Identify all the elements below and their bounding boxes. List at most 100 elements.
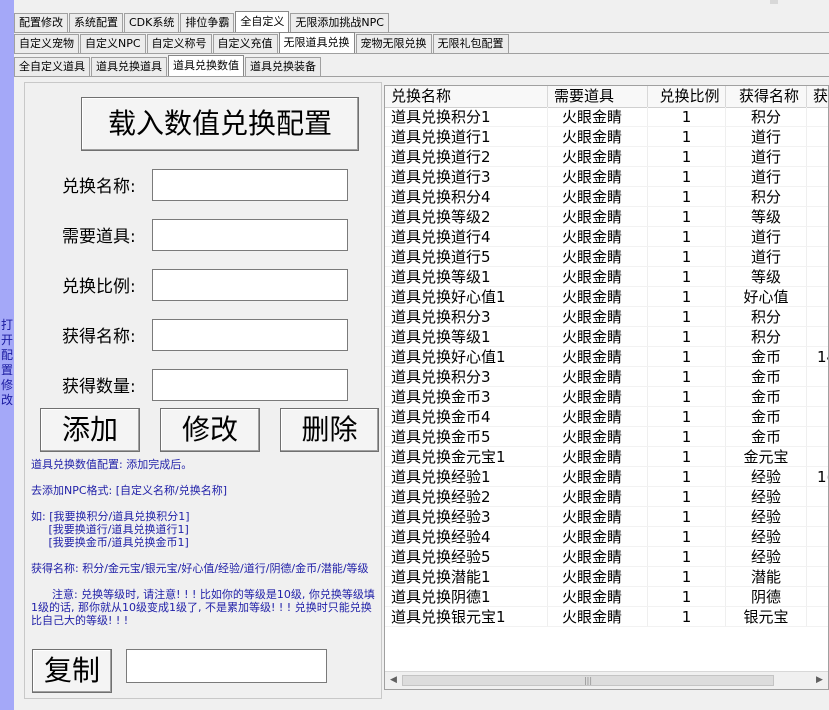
horizontal-scrollbar[interactable]: ◀ ||| ▶	[385, 671, 828, 689]
load-config-button[interactable]: 载入数值兑换配置	[81, 97, 359, 151]
table-cell: 经验	[726, 467, 807, 487]
table-cell: 道具兑换经验1	[385, 467, 548, 487]
obtained-name-input[interactable]	[152, 319, 348, 351]
table-row[interactable]: 道具兑换金币4 火眼金睛 1 金币	[385, 407, 828, 427]
table-cell: 火眼金睛	[548, 587, 648, 607]
table-row[interactable]: 道具兑换好心值1 火眼金睛 1 好心值	[385, 287, 828, 307]
table-row[interactable]: 道具兑换经验2 火眼金睛 1 经验	[385, 487, 828, 507]
note-line: 道具兑换数值配置: 添加完成后。	[31, 458, 193, 471]
edit-button[interactable]: 修改	[160, 408, 260, 452]
table-cell: 道具兑换好心值1	[385, 347, 548, 367]
tab-main-4[interactable]: 全自定义	[235, 11, 290, 32]
table-row[interactable]: 道具兑换经验4 火眼金睛 1 经验	[385, 527, 828, 547]
column-header[interactable]: 兑换名称	[385, 86, 548, 107]
table-row[interactable]: 道具兑换经验3 火眼金睛 1 经验	[385, 507, 828, 527]
tab-row-divider	[14, 53, 829, 54]
table-cell: 道具兑换经验5	[385, 547, 548, 567]
tab-custom-2[interactable]: 自定义称号	[146, 34, 212, 53]
table-row[interactable]: 道具兑换积分3 火眼金睛 1 金币	[385, 367, 828, 387]
sidebar-open-config-label[interactable]: 打开配置修改	[1, 318, 13, 408]
tab-custom-6[interactable]: 无限礼包配置	[432, 34, 509, 53]
table-row[interactable]: 道具兑换积分3 火眼金睛 1 积分	[385, 307, 828, 327]
table-cell	[807, 247, 828, 267]
exchange-ratio-input[interactable]	[152, 269, 348, 301]
table-cell	[807, 507, 828, 527]
table-cell: 1	[648, 327, 726, 347]
table-row[interactable]: 道具兑换道行4 火眼金睛 1 道行	[385, 227, 828, 247]
tab-custom-1[interactable]: 自定义NPC	[80, 34, 146, 53]
table-row[interactable]: 道具兑换金币5 火眼金睛 1 金币	[385, 427, 828, 447]
obtained-quantity-input[interactable]	[152, 369, 348, 401]
tab-main-2[interactable]: CDK系统	[124, 13, 180, 32]
table-row[interactable]: 道具兑换经验1火眼金睛1经验1(	[385, 467, 828, 487]
table-cell: 火眼金睛	[548, 267, 648, 287]
table-row[interactable]: 道具兑换道行3 火眼金睛 1 道行	[385, 167, 828, 187]
tab-main-3[interactable]: 排位争霸	[180, 13, 235, 32]
tab-custom-5[interactable]: 宠物无限兑换	[355, 34, 432, 53]
copy-text-input[interactable]	[126, 649, 327, 683]
note-line: 注意: 兑换等级时, 请注意! ! ! 比如你的等级是10级, 你兑换等级填1级…	[31, 588, 375, 627]
scroll-left-icon[interactable]: ◀	[385, 672, 402, 689]
table-row[interactable]: 道具兑换金元宝1 火眼金睛 1 金元宝	[385, 447, 828, 467]
table-cell: 道行	[726, 167, 807, 187]
table-cell: 1	[648, 567, 726, 587]
sidebar-strip[interactable]: 打开配置修改	[0, 0, 14, 710]
column-header[interactable]: 需要道具	[548, 86, 648, 107]
table-row[interactable]: 道具兑换经验5 火眼金睛 1 经验	[385, 547, 828, 567]
table-cell: 道具兑换好心值1	[385, 287, 548, 307]
exchange-list-table[interactable]: 兑换名称 需要道具 兑换比例 获得名称获 道具兑换积分1 火眼金睛 1 积分 道具兑换道行1 火…	[384, 85, 829, 690]
table-cell: 火眼金睛	[548, 567, 648, 587]
column-header[interactable]: 兑换比例	[648, 86, 726, 107]
table-cell: 等级	[726, 267, 807, 287]
tab-main-0[interactable]: 配置修改	[14, 13, 68, 32]
table-cell: 1	[648, 207, 726, 227]
exchange-name-input[interactable]	[152, 169, 348, 201]
table-cell: 积分	[726, 107, 807, 127]
table-body: 道具兑换积分1 火眼金睛 1 积分 道具兑换道行1 火眼金睛 1 道行 道具兑换道行2 火眼金睛 1…	[385, 107, 828, 627]
table-row[interactable]: 道具兑换积分4 火眼金睛 1 积分	[385, 187, 828, 207]
tab-item-exchange-2[interactable]: 道具兑换数值	[168, 55, 244, 76]
tab-item-exchange-3[interactable]: 道具兑换装备	[245, 57, 321, 76]
scroll-right-icon[interactable]: ▶	[811, 672, 828, 689]
table-cell: 火眼金睛	[548, 207, 648, 227]
tab-custom-3[interactable]: 自定义充值	[212, 34, 278, 53]
table-cell	[807, 487, 828, 507]
table-cell: 道具兑换道行4	[385, 227, 548, 247]
table-row[interactable]: 道具兑换等级1 火眼金睛 1 等级	[385, 267, 828, 287]
table-row[interactable]: 道具兑换阴德1 火眼金睛 1 阴德	[385, 587, 828, 607]
table-cell: 1	[648, 167, 726, 187]
table-cell: 1	[648, 187, 726, 207]
tab-custom-0[interactable]: 自定义宠物	[14, 34, 79, 53]
table-row[interactable]: 道具兑换金币3 火眼金睛 1 金币	[385, 387, 828, 407]
table-row[interactable]: 道具兑换等级2 火眼金睛 1 等级	[385, 207, 828, 227]
table-cell: 火眼金睛	[548, 347, 648, 367]
add-button[interactable]: 添加	[40, 408, 140, 452]
scrollbar-thumb[interactable]: |||	[402, 675, 774, 686]
table-row[interactable]: 道具兑换好心值1火眼金睛1金币14	[385, 347, 828, 367]
table-cell	[807, 287, 828, 307]
tab-main-5[interactable]: 无限添加挑战NPC	[290, 13, 389, 32]
table-row[interactable]: 道具兑换积分1 火眼金睛 1 积分	[385, 107, 828, 127]
tab-item-exchange-0[interactable]: 全自定义道具	[14, 57, 90, 76]
table-cell: 1	[648, 127, 726, 147]
table-row[interactable]: 道具兑换道行2 火眼金睛 1 道行	[385, 147, 828, 167]
tab-main-1[interactable]: 系统配置	[69, 13, 123, 32]
table-cell: 1	[648, 347, 726, 367]
tab-item-exchange-1[interactable]: 道具兑换道具	[91, 57, 167, 76]
table-row[interactable]: 道具兑换道行5 火眼金睛 1 道行	[385, 247, 828, 267]
copy-button[interactable]: 复制	[32, 649, 112, 693]
table-row[interactable]: 道具兑换道行1 火眼金睛 1 道行	[385, 127, 828, 147]
table-cell: 积分	[726, 307, 807, 327]
table-row[interactable]: 道具兑换潜能1 火眼金睛 1 潜能	[385, 567, 828, 587]
table-cell: 道具兑换潜能1	[385, 567, 548, 587]
column-header[interactable]: 获	[807, 86, 828, 107]
required-item-input[interactable]	[152, 219, 348, 251]
delete-button[interactable]: 删除	[280, 408, 379, 452]
table-cell	[807, 447, 828, 467]
column-header[interactable]: 获得名称	[726, 86, 807, 107]
table-row[interactable]: 道具兑换银元宝1 火眼金睛 1 银元宝	[385, 607, 828, 627]
table-cell: 14	[807, 347, 828, 367]
table-cell: 1	[648, 507, 726, 527]
tab-custom-4[interactable]: 无限道具兑换	[278, 32, 355, 53]
table-row[interactable]: 道具兑换等级1 火眼金睛 1 积分	[385, 327, 828, 347]
